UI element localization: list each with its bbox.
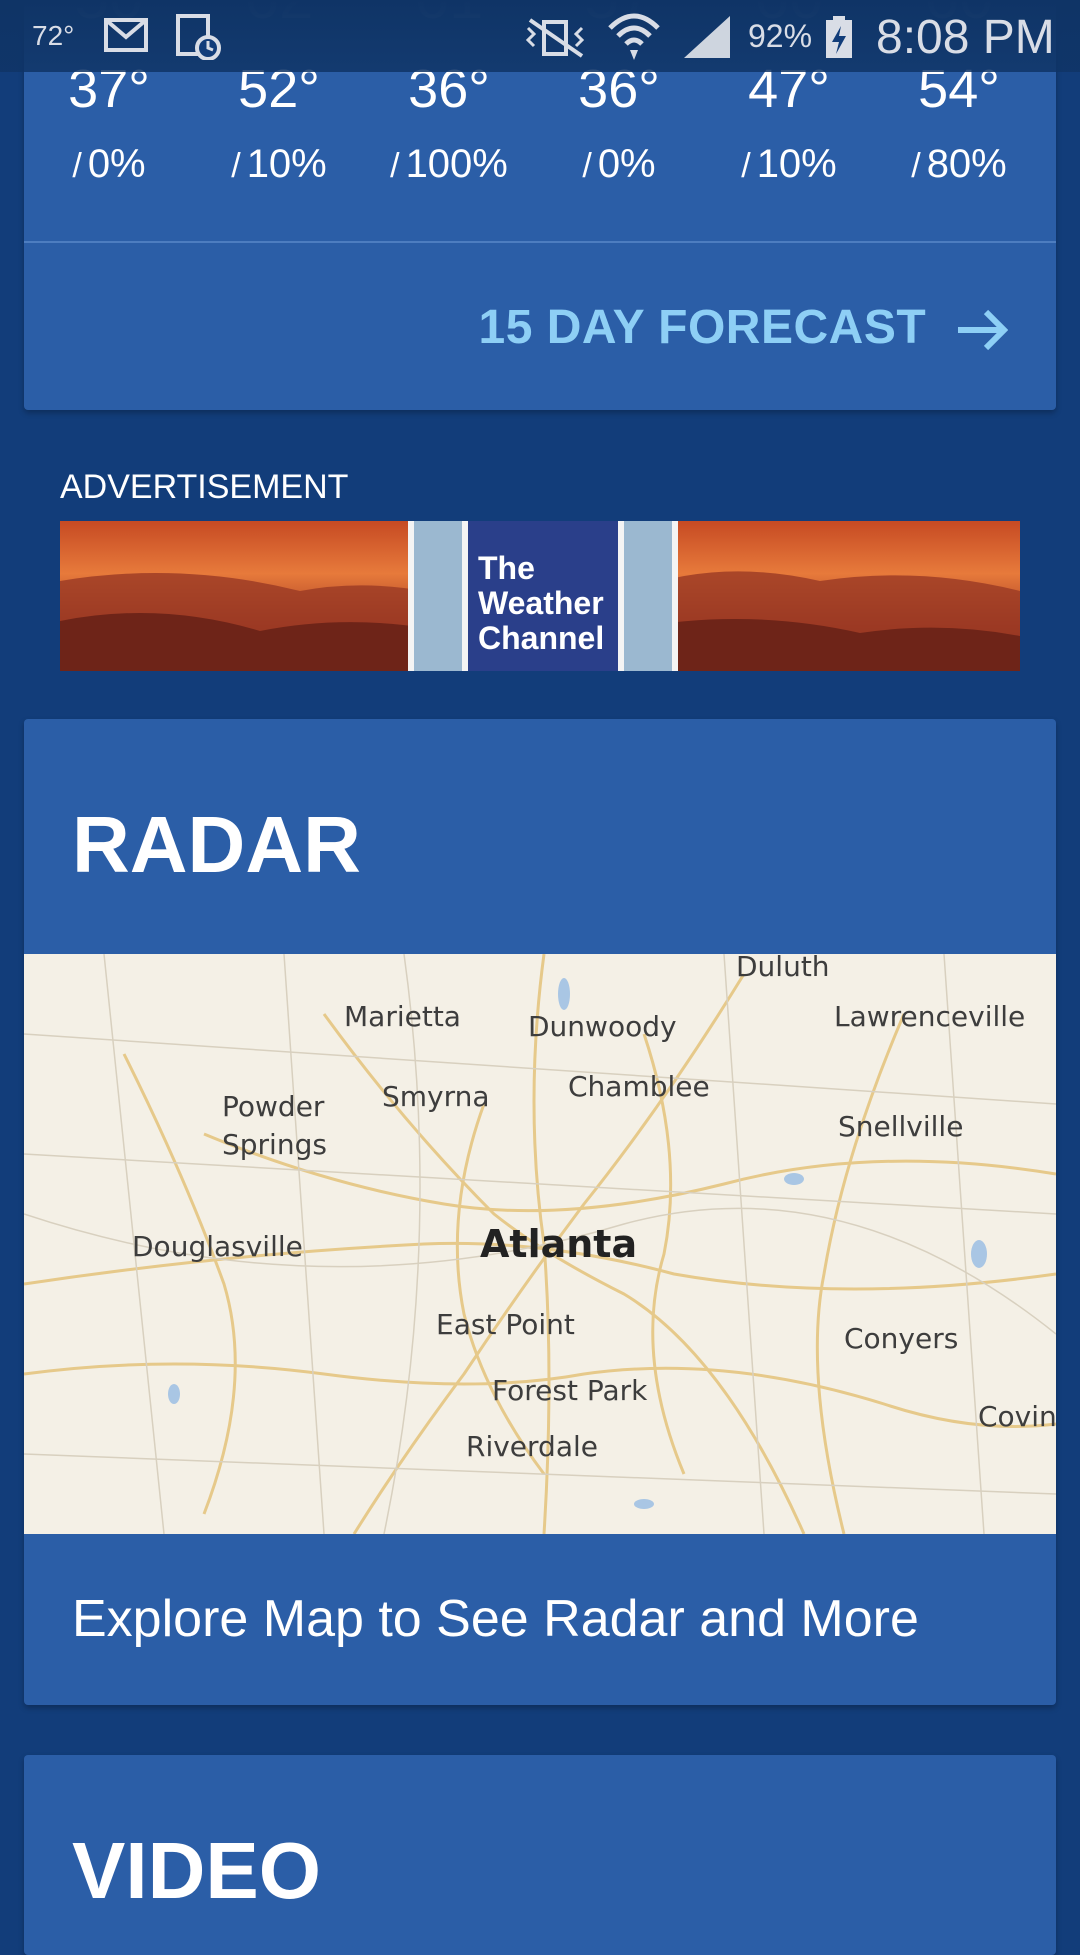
ad-decoration	[408, 521, 468, 671]
map-label-conyers: Conyers	[844, 1322, 959, 1355]
raindrop-icon: /	[741, 147, 751, 185]
wifi-icon	[608, 13, 660, 60]
logo-line: Channel	[478, 620, 605, 656]
day-precip: /10%	[704, 142, 874, 187]
radar-card: RADAR Duluth Marietta Dunwoody Lawrencev…	[24, 719, 1056, 1705]
raindrop-icon: /	[231, 147, 241, 185]
raindrop-icon: /	[72, 147, 82, 185]
calendar-clock-icon	[176, 14, 221, 60]
map-label-east-point: East Point	[436, 1308, 575, 1341]
day-precip: /0%	[24, 142, 194, 187]
day-precip-value: 0%	[87, 142, 146, 186]
map-label-marietta: Marietta	[344, 1000, 461, 1033]
raindrop-icon: /	[582, 147, 592, 185]
map-label-riverdale: Riverdale	[466, 1430, 598, 1463]
fifteen-day-forecast-label: 15 DAY FORECAST	[478, 301, 927, 354]
ad-decoration	[618, 521, 678, 671]
arrow-right-icon	[958, 310, 1008, 351]
day-precip-value: 80%	[926, 142, 1007, 186]
map-label-snellville: Snellville	[838, 1110, 964, 1143]
map-label-covington: Covin	[978, 1400, 1056, 1433]
map-label-chamblee: Chamblee	[568, 1070, 710, 1103]
video-card: VIDEO	[24, 1755, 1056, 1955]
map-label-atlanta: Atlanta	[480, 1222, 638, 1266]
status-temperature: 72°	[32, 20, 75, 51]
vibrate-mute-icon	[525, 18, 585, 58]
advertisement-banner[interactable]: The Weather Channel	[60, 521, 1020, 671]
raindrop-icon: /	[911, 147, 921, 185]
radar-title: RADAR	[72, 800, 361, 889]
day-precip: /100%	[364, 142, 534, 187]
day-precip: /0%	[534, 142, 704, 187]
video-title: VIDEO	[72, 1826, 321, 1915]
status-time: 8:08 PM	[876, 11, 1055, 64]
battery-charging-icon	[826, 16, 852, 58]
day-precip-value: 0%	[597, 142, 656, 186]
map-label-douglasville: Douglasville	[132, 1230, 303, 1263]
map-label-lawrenceville: Lawrenceville	[834, 1000, 1026, 1033]
day-precip: /10%	[194, 142, 364, 187]
logo-line: The	[478, 550, 535, 586]
map-label-smyrna: Smyrna	[382, 1080, 490, 1113]
raindrop-icon: /	[390, 147, 400, 185]
signal-icon	[684, 16, 730, 58]
map-label-powder-springs: Powder	[222, 1090, 325, 1123]
radar-map[interactable]: Duluth Marietta Dunwoody Lawrenceville P…	[24, 954, 1056, 1534]
status-bar: 72° 92% 8:08 PM	[0, 0, 1080, 72]
advertisement-label: ADVERTISEMENT	[60, 468, 349, 506]
logo-line: Weather	[478, 585, 604, 621]
day-precip-value: 100%	[405, 142, 508, 186]
map-label-duluth: Duluth	[736, 954, 830, 983]
day-precip: /80%	[874, 142, 1044, 187]
explore-map-link[interactable]: Explore Map to See Radar and More	[72, 1589, 919, 1649]
map-label-dunwoody: Dunwoody	[528, 1010, 677, 1043]
fifteen-day-forecast-link[interactable]: 15 DAY FORECAST	[479, 300, 1008, 355]
day-precip-value: 10%	[246, 142, 327, 186]
day-precip-value: 10%	[756, 142, 837, 186]
divider	[24, 241, 1056, 243]
weather-channel-logo: The Weather Channel	[468, 521, 618, 671]
mail-icon	[104, 18, 148, 52]
map-label-forest-park: Forest Park	[492, 1374, 648, 1407]
map-label-powder-springs: Springs	[222, 1128, 327, 1161]
battery-percent: 92%	[748, 18, 813, 54]
